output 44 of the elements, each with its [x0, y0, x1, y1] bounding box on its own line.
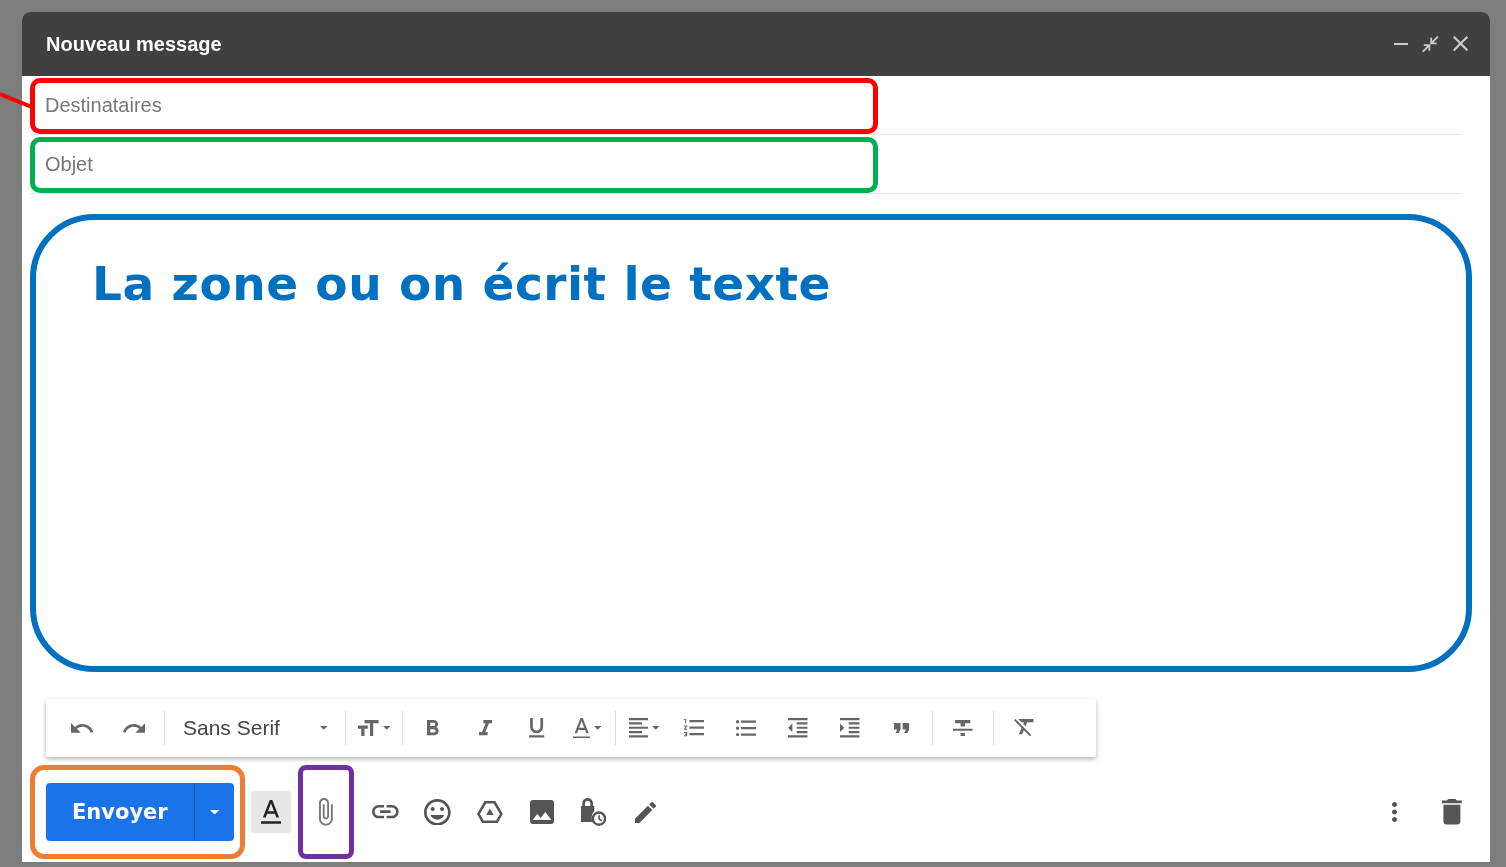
annotation-label: La zone ou on écrit le texte: [92, 256, 832, 311]
lock-clock-icon: [581, 798, 607, 826]
more-vertical-icon: [1391, 802, 1397, 822]
smiley-icon: [424, 798, 452, 826]
subject-field[interactable]: Objet: [30, 135, 1462, 194]
formatting-options-button[interactable]: [250, 791, 291, 833]
trash-icon: [1442, 799, 1462, 825]
align-left-icon: [628, 718, 648, 738]
exit-fullscreen-button[interactable]: [1422, 35, 1439, 53]
undo-icon: [70, 723, 94, 733]
window-title: Nouveau message: [46, 32, 223, 56]
caret-icon: [382, 726, 391, 730]
indent-icon: [840, 718, 860, 738]
caret-icon: [652, 726, 660, 730]
close-button[interactable]: [1452, 36, 1468, 52]
caret-icon: [319, 726, 327, 730]
pen-icon: [635, 801, 657, 823]
image-icon: [529, 800, 554, 824]
clear-formatting-icon: [1014, 719, 1034, 737]
caret-icon: [209, 809, 219, 815]
close-icon: [1452, 36, 1468, 52]
numbered-list-icon: [683, 719, 705, 737]
bold-icon: [427, 720, 439, 736]
text-size-icon: [357, 719, 379, 737]
recipients-field[interactable]: Destinataires: [30, 76, 1462, 135]
minimize-icon: [1394, 42, 1409, 46]
triangle-icon: [476, 800, 503, 824]
outdent-icon: [788, 718, 808, 738]
paperclip-icon: [318, 798, 333, 826]
text-color-icon: [572, 717, 590, 739]
link-icon: [372, 805, 400, 819]
italic-icon: [478, 720, 492, 736]
strikethrough-icon: [953, 719, 973, 737]
recipients-input[interactable]: Destinataires: [45, 93, 825, 117]
subject-input[interactable]: Objet: [45, 152, 825, 176]
quote-icon: [894, 722, 910, 734]
redo-icon: [122, 723, 146, 733]
caret-icon: [593, 726, 602, 730]
underline-icon: [529, 718, 545, 738]
bulleted-list-icon: [736, 719, 756, 737]
text-format-icon: [260, 800, 281, 824]
shrink-arrows-icon: [1422, 35, 1439, 53]
minimize-button[interactable]: [1394, 42, 1409, 46]
font-dropdown[interactable]: Sans Serif: [177, 710, 333, 746]
